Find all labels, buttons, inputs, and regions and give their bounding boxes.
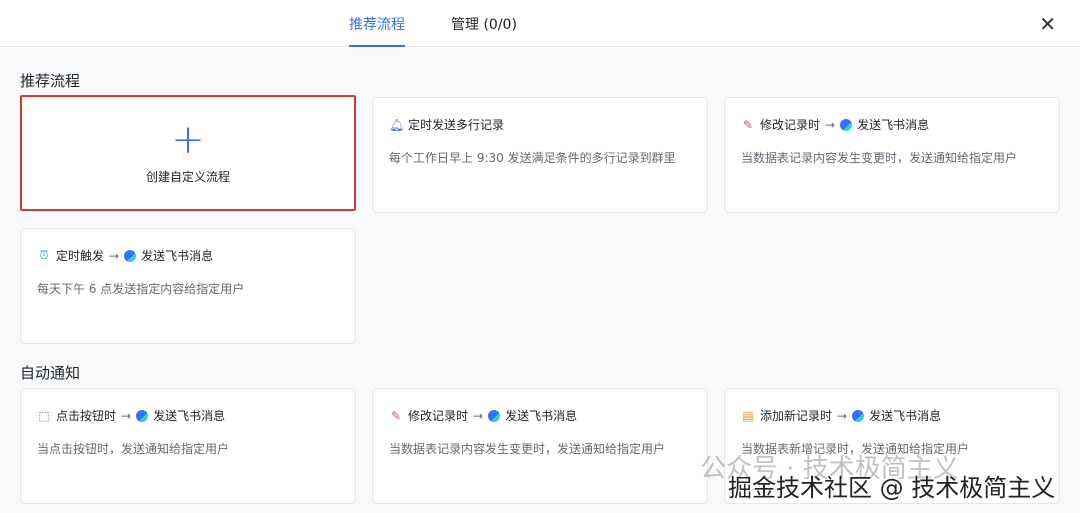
feishu-bot-icon	[136, 409, 149, 422]
arrow-icon: →	[109, 248, 120, 263]
section-title-auto-notify: 自动通知	[20, 364, 81, 382]
arrow-icon: →	[837, 408, 848, 423]
click-button-icon: ⬚	[38, 408, 50, 423]
flow-card[interactable]: ✎ 修改记录时 → 发送飞书消息 当数据表记录内容发生变更时，发送通知给指定用户	[372, 388, 708, 504]
tab-manage[interactable]: 管理 (0/0)	[451, 14, 517, 34]
card-title: 定时触发	[56, 249, 105, 263]
flow-card[interactable]: ⬚ 点击按钮时 → 发送飞书消息 当点击按钮时，发送通知给指定用户	[20, 388, 356, 504]
watermark-source: 掘金技术社区 @ 技术极简主义	[728, 474, 1056, 502]
create-custom-flow-button[interactable]: + 创建自定义流程	[20, 95, 356, 211]
feishu-bot-icon	[852, 409, 865, 422]
card-desc: 每个工作日早上 9:30 发送满足条件的多行记录到群里	[389, 151, 676, 165]
plus-icon: +	[171, 116, 205, 163]
arrow-icon: →	[121, 408, 132, 423]
card-action: 发送飞书消息	[869, 409, 942, 423]
tab-recommended[interactable]: 推荐流程	[349, 14, 405, 47]
card-title: 定时发送多行记录	[408, 118, 505, 132]
card-desc: 当数据表记录内容发生变更时，发送通知给指定用户	[741, 151, 1018, 165]
create-label: 创建自定义流程	[145, 169, 230, 184]
flow-card[interactable]: ⏰︎ 定时触发 → 发送飞书消息 每天下午 6 点发送指定内容给指定用户	[20, 228, 356, 344]
card-action: 发送飞书消息	[141, 249, 214, 263]
pencil-icon: ✎	[390, 408, 402, 423]
card-action: 发送飞书消息	[153, 409, 226, 423]
flow-card[interactable]: ✎ 修改记录时 → 发送飞书消息 当数据表记录内容发生变更时，发送通知给指定用户	[724, 97, 1060, 213]
card-action: 发送飞书消息	[857, 118, 930, 132]
card-title: 修改记录时	[760, 118, 821, 132]
close-icon[interactable]: ✕	[1039, 12, 1056, 36]
feishu-bot-icon	[488, 409, 501, 422]
alarm-clock-icon: ⏰︎	[39, 248, 49, 262]
card-action: 发送飞书消息	[505, 409, 578, 423]
card-title: 添加新记录时	[760, 409, 833, 423]
flow-card[interactable]: 🔔︎ 定时发送多行记录 每个工作日早上 9:30 发送满足条件的多行记录到群里	[372, 97, 708, 213]
pencil-icon: ✎	[742, 117, 754, 132]
feishu-bot-icon	[124, 249, 137, 262]
bell-icon: 🔔︎	[389, 117, 405, 132]
feishu-bot-icon	[840, 118, 853, 131]
card-title: 修改记录时	[408, 409, 469, 423]
card-desc: 当点击按钮时，发送通知给指定用户	[37, 442, 230, 456]
section-title-recommended: 推荐流程	[20, 72, 81, 90]
arrow-icon: →	[473, 408, 484, 423]
card-desc: 当数据表记录内容发生变更时，发送通知给指定用户	[389, 442, 666, 456]
tab-bar: 推荐流程 管理 (0/0) ✕	[0, 0, 1080, 47]
arrow-icon: →	[825, 117, 836, 132]
card-title: 点击按钮时	[56, 409, 117, 423]
main-content: 推荐流程 + 创建自定义流程 🔔︎ 定时发送多行记录 每个工作日早上 9:30 发…	[0, 48, 1080, 513]
add-record-icon: ▤	[742, 408, 754, 423]
card-desc: 每天下午 6 点发送指定内容给指定用户	[37, 282, 245, 296]
